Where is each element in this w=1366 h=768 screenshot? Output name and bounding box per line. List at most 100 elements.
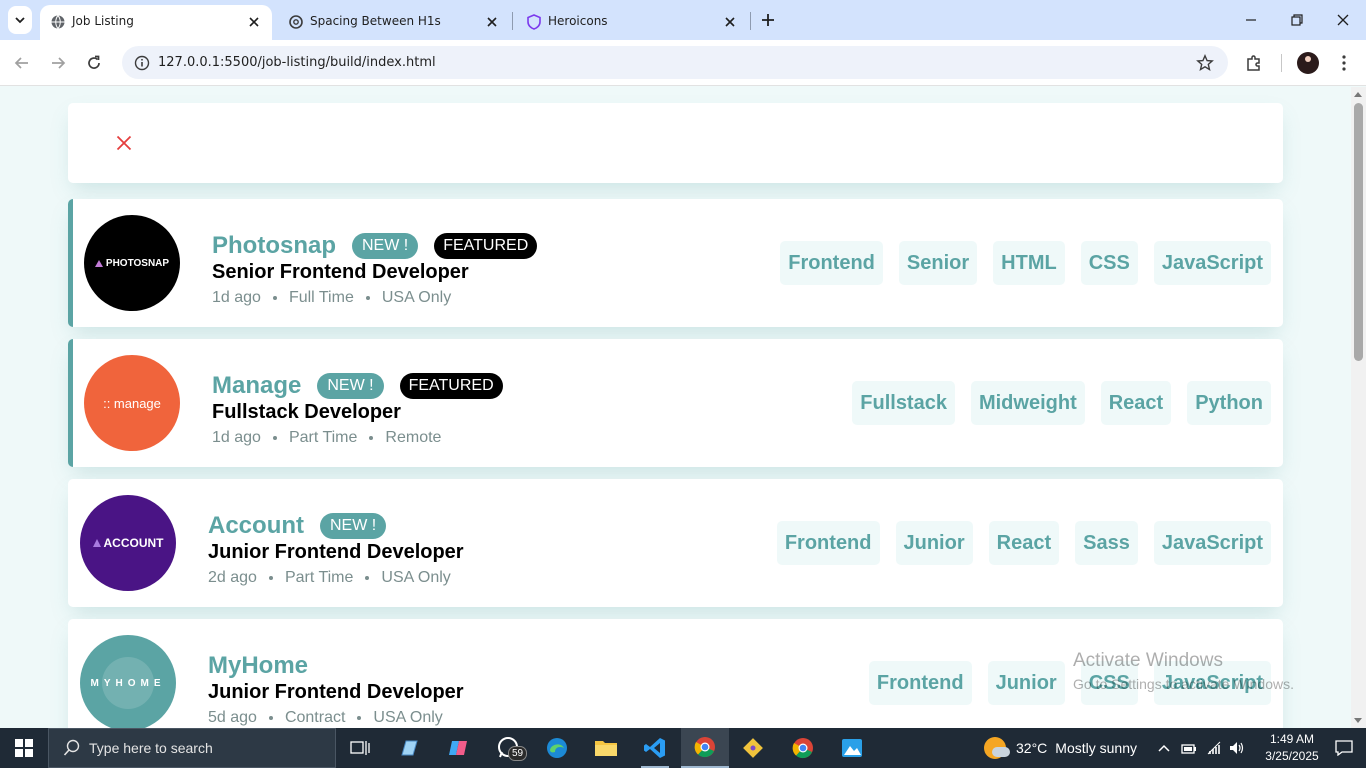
app-git[interactable]: [729, 728, 777, 768]
browser-menu-button[interactable]: [1333, 52, 1355, 74]
tab-search-button[interactable]: [8, 6, 32, 34]
battery-button[interactable]: [1178, 728, 1200, 768]
logo-triangle-icon: [92, 539, 101, 547]
clear-filters-button[interactable]: [114, 133, 134, 153]
tag-button[interactable]: Fullstack: [852, 381, 955, 425]
tag-button[interactable]: Frontend: [776, 521, 880, 565]
notification-icon: [1335, 740, 1353, 756]
posted-at: 1d ago: [212, 429, 261, 446]
contract-type: Full Time: [288, 289, 354, 306]
search-placeholder[interactable]: Type here to search: [89, 740, 213, 756]
app-photos[interactable]: [828, 728, 876, 768]
job-card: :: manage Manage NEW ! FEATURED Fullstac…: [68, 339, 1283, 467]
scroll-down-arrow-icon[interactable]: [1354, 718, 1362, 723]
tab-heroicons[interactable]: Heroicons: [516, 5, 748, 40]
start-button[interactable]: [0, 728, 48, 768]
show-hidden-icons-button[interactable]: [1154, 728, 1174, 768]
company-logo-myhome: MYHOME: [80, 635, 176, 728]
reload-button[interactable]: [81, 50, 107, 76]
tag-button[interactable]: Senior: [898, 241, 978, 285]
network-button[interactable]: [1203, 728, 1225, 768]
job-position[interactable]: Senior Frontend Developer: [212, 259, 537, 285]
tag-button[interactable]: HTML: [993, 241, 1065, 285]
photos-icon: [842, 739, 862, 757]
whatsapp-unread-badge: 59: [508, 746, 528, 761]
job-tags: Frontend Junior React Sass JavaScript: [776, 521, 1271, 565]
app-vscode[interactable]: [631, 728, 679, 768]
app-chrome-profile[interactable]: [779, 728, 827, 768]
app-file-explorer[interactable]: [582, 728, 630, 768]
weather-widget[interactable]: 32°C Mostly sunny: [984, 728, 1137, 768]
tab-close-button[interactable]: [482, 12, 502, 32]
app-notepad[interactable]: [385, 728, 433, 768]
new-badge: NEW !: [352, 233, 419, 259]
taskbar-search[interactable]: Type here to search: [48, 728, 336, 768]
tab-close-button[interactable]: [720, 12, 740, 32]
job-card: ACCOUNT Account NEW ! Junior Frontend De…: [68, 479, 1283, 607]
scroll-up-arrow-icon[interactable]: [1354, 92, 1362, 97]
posted-at: 2d ago: [208, 569, 257, 586]
tag-button[interactable]: Junior: [895, 521, 973, 565]
page-scrollbar[interactable]: [1351, 87, 1366, 728]
logo-triangle-icon: [94, 259, 103, 267]
separator-dot: [357, 715, 362, 720]
tag-button[interactable]: CSS: [1080, 241, 1138, 285]
folder-icon: [595, 741, 617, 756]
tag-button[interactable]: React: [1100, 381, 1172, 425]
scrollbar-thumb[interactable]: [1354, 103, 1363, 361]
tab-job-listing[interactable]: Job Listing: [40, 5, 272, 40]
job-location: USA Only: [381, 569, 451, 586]
posted-at: 1d ago: [212, 289, 261, 306]
tag-button[interactable]: Sass: [1075, 521, 1138, 565]
contract-type: Contract: [284, 709, 346, 726]
tag-button[interactable]: JavaScript: [1153, 241, 1271, 285]
tab-close-button[interactable]: [244, 12, 264, 32]
company-row: Manage NEW ! FEATURED: [212, 369, 503, 403]
tab-title: Job Listing: [72, 14, 134, 28]
system-clock[interactable]: 1:49 AM 3/25/2025: [1264, 731, 1320, 765]
job-position[interactable]: Junior Frontend Developer: [208, 679, 464, 705]
tab-spacing-between-h1s[interactable]: Spacing Between H1s: [278, 5, 510, 40]
restore-button[interactable]: [1274, 6, 1320, 34]
tag-button[interactable]: Frontend: [868, 661, 972, 705]
app-copilot[interactable]: [434, 728, 482, 768]
url-text[interactable]: 127.0.0.1:5500/job-listing/build/index.h…: [158, 55, 436, 70]
chevron-up-icon: [1158, 744, 1170, 752]
featured-badge: FEATURED: [434, 233, 538, 259]
tag-button[interactable]: React: [988, 521, 1060, 565]
job-location: USA Only: [373, 709, 443, 726]
site-info-icon[interactable]: [134, 55, 150, 71]
weather-temp: 32°C: [1016, 740, 1048, 756]
chrome-icon: [694, 737, 715, 758]
windows-logo-icon: [15, 739, 33, 757]
profile-avatar[interactable]: [1297, 52, 1319, 74]
back-button[interactable]: [9, 50, 35, 76]
tag-button[interactable]: Python: [1187, 381, 1271, 425]
job-position[interactable]: Junior Frontend Developer: [208, 539, 464, 565]
tag-button[interactable]: Junior: [987, 661, 1065, 705]
tag-button[interactable]: JavaScript: [1153, 521, 1271, 565]
job-info: MyHome Junior Frontend Developer 5d ago C…: [208, 649, 464, 728]
app-edge[interactable]: [533, 728, 581, 768]
address-bar[interactable]: 127.0.0.1:5500/job-listing/build/index.h…: [122, 46, 1228, 79]
task-view-button[interactable]: [336, 728, 384, 768]
job-info: Photosnap NEW ! FEATURED Senior Frontend…: [212, 229, 538, 309]
page-viewport: PHOTOSNAP Photosnap NEW ! FEATURED Senio…: [0, 87, 1366, 728]
tag-button[interactable]: Frontend: [780, 241, 883, 285]
browser-tab-strip: Job Listing Spacing Between H1s Heroicon…: [0, 0, 1366, 40]
puzzle-icon: [1247, 55, 1260, 71]
job-position[interactable]: Fullstack Developer: [212, 399, 503, 425]
action-center-button[interactable]: [1322, 728, 1366, 768]
bookmark-star-icon[interactable]: [1196, 54, 1214, 72]
close-window-button[interactable]: [1320, 6, 1366, 34]
globe-icon: [51, 15, 65, 29]
volume-button[interactable]: [1226, 728, 1248, 768]
new-tab-button[interactable]: [756, 8, 780, 32]
company-row: Account NEW !: [208, 509, 464, 543]
tag-button[interactable]: Midweight: [970, 381, 1085, 425]
app-whatsapp[interactable]: 59: [484, 728, 532, 768]
forward-button[interactable]: [45, 50, 71, 76]
extensions-button[interactable]: [1243, 52, 1265, 74]
minimize-button[interactable]: [1228, 6, 1274, 34]
app-chrome[interactable]: [681, 728, 729, 768]
